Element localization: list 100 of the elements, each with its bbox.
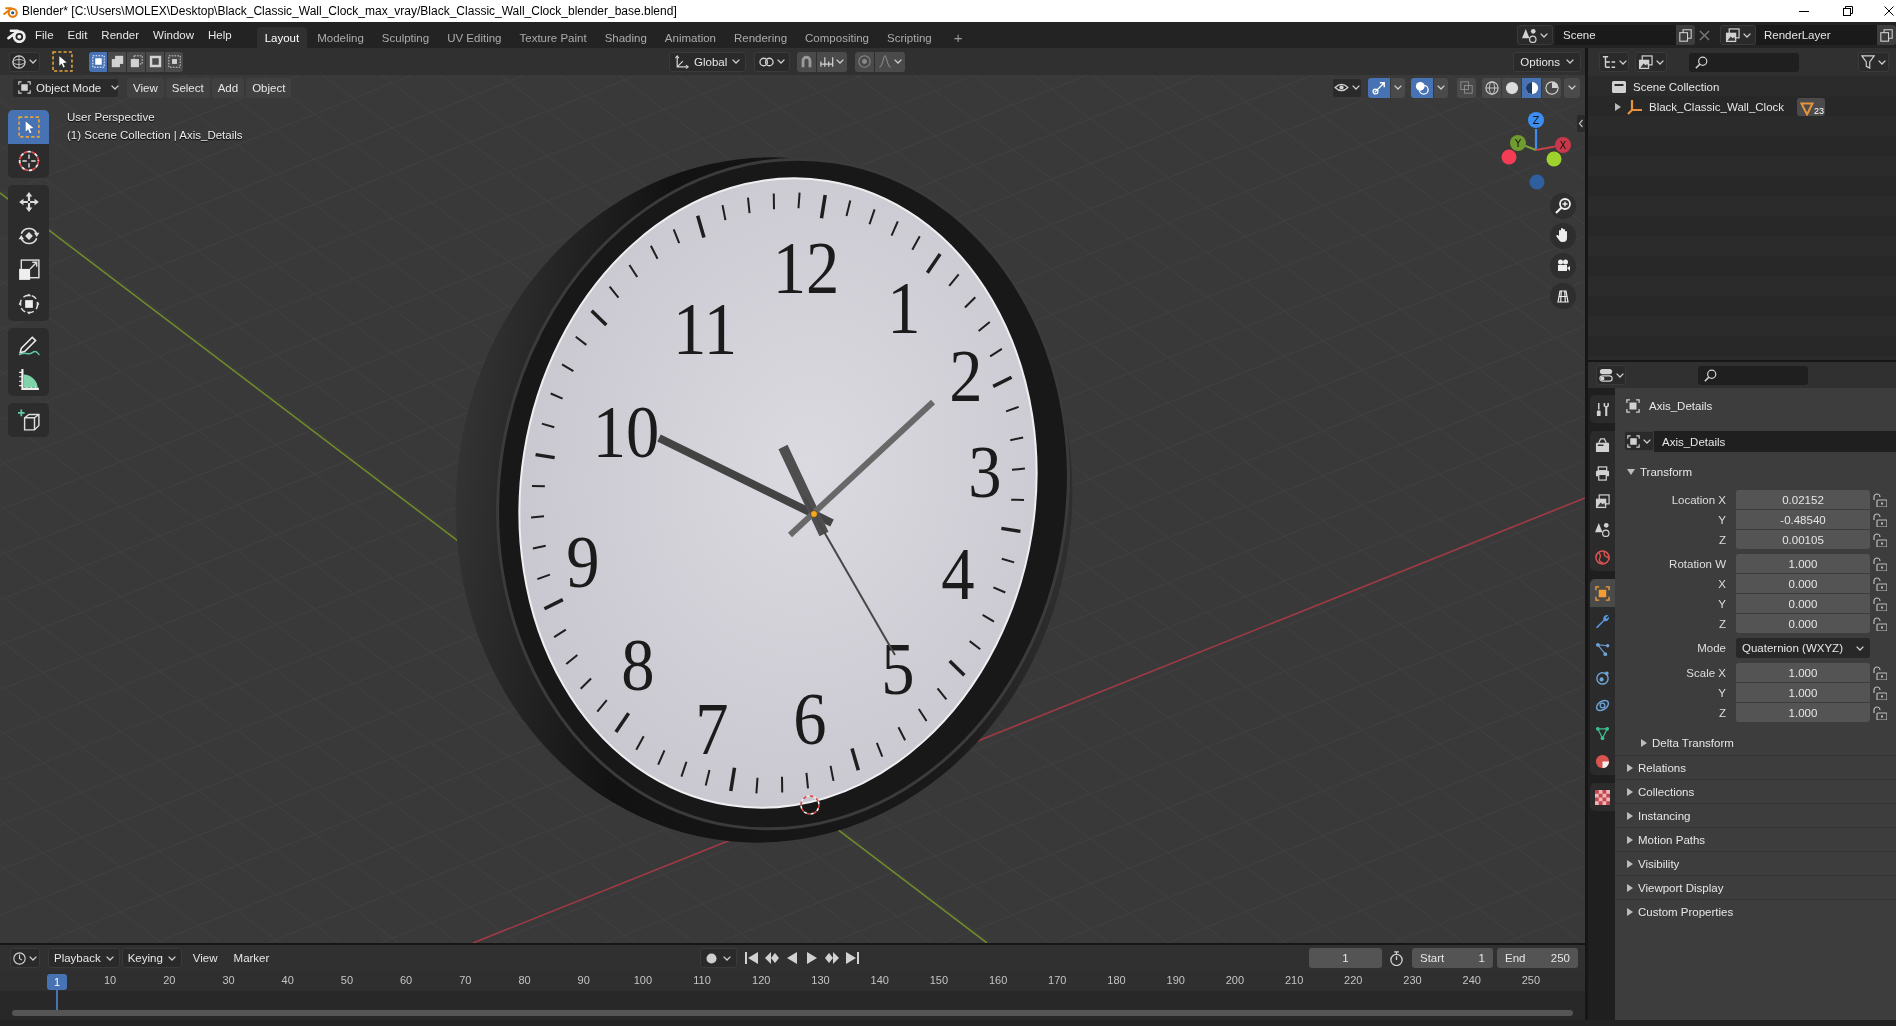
properties-tab[interactable] (1590, 395, 1615, 423)
outliner-item-label[interactable]: Black_Classic_Wall_Clock (1649, 101, 1785, 113)
skip-to-start-icon[interactable] (745, 952, 759, 964)
skip-to-end-icon[interactable] (845, 952, 859, 964)
minimize-icon[interactable] (1799, 10, 1809, 12)
properties-tab[interactable] (1590, 431, 1615, 459)
zoom-icon[interactable] (1550, 193, 1576, 219)
workspace-tab[interactable]: Compositing (797, 27, 877, 48)
display-mode-dropdown[interactable] (1635, 52, 1667, 72)
workspace-tab[interactable]: Shading (596, 27, 655, 48)
scrollbar[interactable] (12, 1010, 1573, 1016)
play-icon[interactable] (805, 952, 819, 964)
panel-header[interactable]: Transform (1615, 460, 1896, 484)
workspace-tab[interactable]: Rendering (726, 27, 796, 48)
snap-toggle[interactable] (797, 51, 817, 72)
duplicate-button[interactable] (1877, 25, 1896, 45)
unlocked-padlock-icon[interactable] (1873, 685, 1887, 700)
next-keyframe-icon[interactable] (825, 952, 839, 964)
menu-item[interactable]: View (187, 948, 223, 968)
editor-type-button[interactable] (9, 51, 40, 72)
close-icon[interactable] (1884, 6, 1894, 16)
auto-keying-button[interactable] (700, 948, 737, 968)
number-field[interactable]: 0.02152 (1736, 490, 1870, 509)
current-frame-field[interactable]: 1 (1309, 948, 1382, 968)
workspace-tab[interactable]: Animation (656, 27, 724, 48)
tool-button[interactable] (8, 403, 49, 437)
unlocked-padlock-icon[interactable] (1873, 532, 1887, 547)
workspace-tab[interactable]: Scripting (879, 27, 940, 48)
xray-toggle[interactable] (1457, 77, 1476, 98)
negative-axis-handle[interactable] (1501, 149, 1517, 165)
selection-mode-button[interactable] (165, 51, 183, 72)
grid-icon[interactable] (1550, 283, 1576, 309)
tool-button[interactable] (8, 362, 49, 396)
workspace-tab[interactable]: Sculpting (373, 27, 438, 48)
menu-item[interactable]: File (28, 25, 61, 45)
menu-item[interactable]: Keying (121, 948, 182, 968)
menu-item[interactable]: View (127, 77, 164, 98)
duplicate-button[interactable] (1676, 25, 1695, 45)
gizmo-dropdown[interactable] (1391, 77, 1405, 98)
unlocked-padlock-icon[interactable] (1873, 596, 1887, 611)
workspace-tab[interactable]: Modeling (309, 27, 372, 48)
shading-mode-button[interactable] (1542, 77, 1561, 98)
search-field[interactable] (1689, 52, 1799, 72)
object-name-field[interactable]: Axis_Details (1654, 431, 1896, 452)
x-axis-handle[interactable]: X (1535, 137, 1571, 153)
proportional-editing-toggle[interactable] (855, 51, 875, 72)
scene-name-field[interactable]: Scene (1555, 25, 1676, 45)
menu-item[interactable]: Marker (228, 948, 275, 968)
tool-button[interactable] (8, 185, 49, 219)
shading-mode-button[interactable] (1522, 77, 1541, 98)
number-field[interactable]: 0.000 (1736, 594, 1870, 613)
restore-icon[interactable] (1843, 6, 1853, 16)
unlocked-padlock-icon[interactable] (1873, 576, 1887, 591)
tool-button[interactable] (8, 287, 49, 321)
play-reverse-icon[interactable] (785, 952, 799, 964)
shading-dropdown[interactable] (1564, 77, 1580, 98)
end-frame-field[interactable]: End 250 (1497, 948, 1578, 968)
falloff-dropdown[interactable] (875, 51, 906, 72)
selection-mode-button[interactable] (89, 51, 107, 72)
menu-item[interactable]: Playback (48, 948, 120, 968)
properties-tab[interactable] (1590, 783, 1615, 811)
unlocked-padlock-icon[interactable] (1873, 512, 1887, 527)
menu-item[interactable]: Render (94, 25, 147, 45)
children-count-button[interactable]: 23 (1797, 98, 1825, 116)
number-field[interactable]: 1.000 (1736, 683, 1870, 702)
playhead[interactable]: 1 (47, 974, 67, 1010)
select-box-icon[interactable] (52, 51, 73, 72)
chevron-left-icon[interactable] (1577, 115, 1585, 132)
number-field[interactable]: 1.000 (1736, 554, 1870, 573)
negative-axis-handle[interactable] (1529, 174, 1545, 190)
scene-selector-button[interactable] (1517, 25, 1553, 45)
tool-button[interactable] (8, 144, 49, 178)
menu-item[interactable]: Edit (60, 25, 95, 45)
workspace-tab[interactable]: Texture Paint (511, 27, 595, 48)
menu-item[interactable]: Help (201, 25, 239, 45)
number-field[interactable]: 0.000 (1736, 574, 1870, 593)
subpanel-header[interactable]: Delta Transform (1615, 732, 1896, 754)
rotation-mode-dropdown[interactable]: Quaternion (WXYZ) (1736, 638, 1870, 658)
filter-dropdown[interactable] (1858, 52, 1889, 72)
z-axis-handle[interactable]: Z (1528, 112, 1544, 150)
negative-axis-handle[interactable] (1546, 151, 1562, 167)
gizmo-toggle[interactable] (1368, 77, 1390, 98)
unlocked-padlock-icon[interactable] (1873, 665, 1887, 680)
outliner-item-label[interactable]: Scene Collection (1633, 81, 1720, 93)
properties-tab[interactable] (1590, 747, 1615, 775)
start-frame-field[interactable]: Start 1 (1412, 948, 1493, 968)
unlocked-padlock-icon[interactable] (1873, 556, 1887, 571)
editor-type-button[interactable] (1596, 365, 1626, 385)
view-layer-name-field[interactable]: RenderLayer (1756, 25, 1877, 45)
number-field[interactable]: -0.48540 (1736, 510, 1870, 529)
triangle-right-icon[interactable] (1615, 103, 1621, 111)
add-workspace-button[interactable]: + (947, 27, 969, 48)
overlay-dropdown[interactable] (1434, 77, 1448, 98)
number-field[interactable]: 0.000 (1736, 614, 1870, 633)
unlocked-padlock-icon[interactable] (1873, 705, 1887, 720)
hand-icon[interactable] (1550, 223, 1576, 249)
movie-camera-icon[interactable] (1550, 253, 1576, 279)
tool-button[interactable] (8, 328, 49, 362)
number-field[interactable]: 1.000 (1736, 703, 1870, 722)
unlocked-padlock-icon[interactable] (1873, 492, 1887, 507)
